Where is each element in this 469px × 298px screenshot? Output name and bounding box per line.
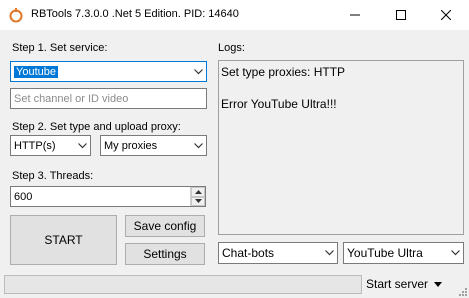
log-line: Set type proxies: HTTP: [221, 65, 346, 79]
title-bar: RBTools 7.3.0.0 .Net 5 Edition. PID: 146…: [0, 0, 469, 30]
start-server-dropdown[interactable]: Start server: [366, 277, 443, 291]
chevron-down-icon: [190, 136, 206, 155]
maximize-button[interactable]: [378, 0, 424, 30]
variant-select[interactable]: YouTube Ultra: [343, 242, 464, 264]
proxy-source-value: My proxies: [104, 139, 158, 152]
proxy-source-select[interactable]: My proxies: [100, 135, 207, 156]
chevron-down-icon: [190, 62, 206, 81]
step1-label: Step 1. Set service:: [12, 42, 108, 54]
start-button[interactable]: START: [10, 215, 117, 265]
status-bar: Start server: [0, 273, 469, 298]
mode-value: Chat-bots: [222, 246, 275, 260]
save-config-button[interactable]: Save config: [125, 215, 205, 237]
maximize-icon: [396, 10, 406, 20]
service-selected-value: Youtube: [14, 65, 58, 78]
arrow-down-icon: [194, 199, 202, 204]
client-area: Step 1. Set service: Youtube Set channel…: [0, 30, 469, 298]
spin-down-button[interactable]: [191, 196, 205, 206]
chevron-down-icon: [321, 244, 337, 263]
threads-stepper[interactable]: 600: [10, 186, 206, 207]
close-icon: [441, 10, 451, 20]
proxy-type-value: HTTP(s): [14, 139, 56, 152]
resize-grip-icon[interactable]: [457, 286, 467, 296]
proxy-type-select[interactable]: HTTP(s): [10, 135, 91, 156]
log-line: Error YouTube Ultra!!!: [221, 97, 337, 111]
logs-textarea[interactable]: Set type proxies: HTTP Error YouTube Ult…: [218, 60, 464, 235]
minimize-icon: [350, 14, 360, 16]
window-title: RBTools 7.3.0.0 .Net 5 Edition. PID: 146…: [31, 8, 239, 20]
spin-up-button[interactable]: [191, 187, 205, 197]
app-icon: [9, 8, 23, 23]
channel-placeholder: Set channel or ID video: [14, 92, 129, 105]
threads-value: 600: [14, 190, 33, 203]
arrow-up-icon: [194, 189, 202, 194]
close-button[interactable]: [423, 0, 469, 30]
logs-label: Logs:: [218, 42, 245, 54]
service-select[interactable]: Youtube: [10, 61, 207, 82]
variant-value: YouTube Ultra: [347, 246, 423, 260]
channel-input[interactable]: Set channel or ID video: [10, 88, 207, 109]
start-server-label: Start server: [366, 277, 429, 291]
chevron-down-icon: [74, 136, 90, 155]
minimize-button[interactable]: [332, 0, 378, 30]
step2-label: Step 2. Set type and upload proxy:: [12, 121, 181, 133]
settings-button[interactable]: Settings: [125, 243, 205, 265]
progress-bar: [4, 275, 362, 294]
mode-select[interactable]: Chat-bots: [218, 242, 338, 264]
step3-label: Step 3. Threads:: [12, 170, 94, 182]
caret-down-icon: [434, 281, 443, 287]
chevron-down-icon: [447, 244, 463, 263]
